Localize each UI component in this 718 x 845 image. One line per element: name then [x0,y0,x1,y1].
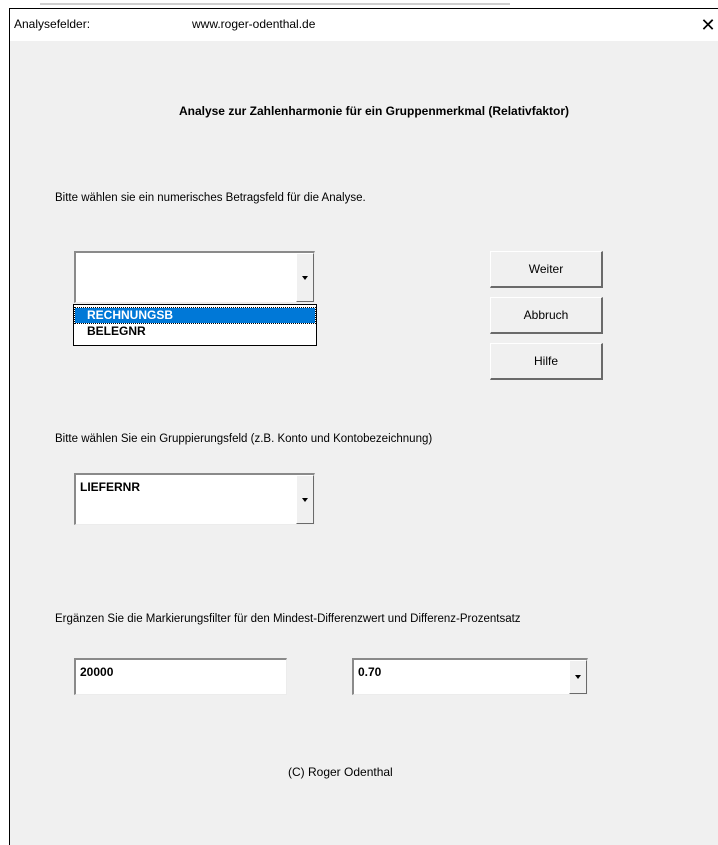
chevron-down-icon [575,675,581,679]
min-diff-value: 20000 [80,665,114,679]
background-strip-line [40,3,510,5]
help-button[interactable]: Hilfe [490,343,603,380]
percentage-dropdown-button[interactable] [569,660,587,694]
amount-dropdown-button[interactable] [296,253,314,302]
background-strip [0,0,718,8]
copyright-text: (C) Roger Odenthal [288,765,393,779]
chevron-down-icon [302,275,308,280]
group-field-label: Bitte wählen Sie ein Gruppierungsfeld (z… [55,433,433,445]
close-icon[interactable]: ✕ [695,12,718,38]
title-bar: Analysefelder: www.roger-odenthal.de ✕ [10,9,718,41]
dropdown-option-belegnr[interactable]: BELEGNR [75,324,315,339]
dialog-window: Analysefelder: www.roger-odenthal.de ✕ A… [9,8,718,845]
dropdown-option-rechnungsb[interactable]: RECHNUNGSB [74,307,316,324]
cancel-button[interactable]: Abbruch [490,297,603,334]
amount-field-select[interactable] [74,251,315,303]
page-title: Analyse zur Zahlenharmonie für ein Grupp… [178,104,570,118]
next-button[interactable]: Weiter [490,251,603,288]
chevron-down-icon [302,497,308,502]
percentage-value: 0.70 [358,665,382,679]
min-diff-value-input[interactable]: 20000 [74,658,287,695]
amount-dropdown-list: RECHNUNGSB BELEGNR [73,304,317,346]
group-field-select[interactable]: LIEFERNR [74,473,315,525]
amount-field-label: Bitte wählen sie ein numerisches Betrags… [55,192,366,204]
window-url: www.roger-odenthal.de [192,17,316,31]
group-dropdown-button[interactable] [296,475,314,524]
percentage-select[interactable]: 0.70 [352,658,588,695]
group-field-value: LIEFERNR [80,480,140,494]
window-title: Analysefelder: [14,17,91,31]
filter-label: Ergänzen Sie die Markierungsfilter für d… [55,613,521,625]
